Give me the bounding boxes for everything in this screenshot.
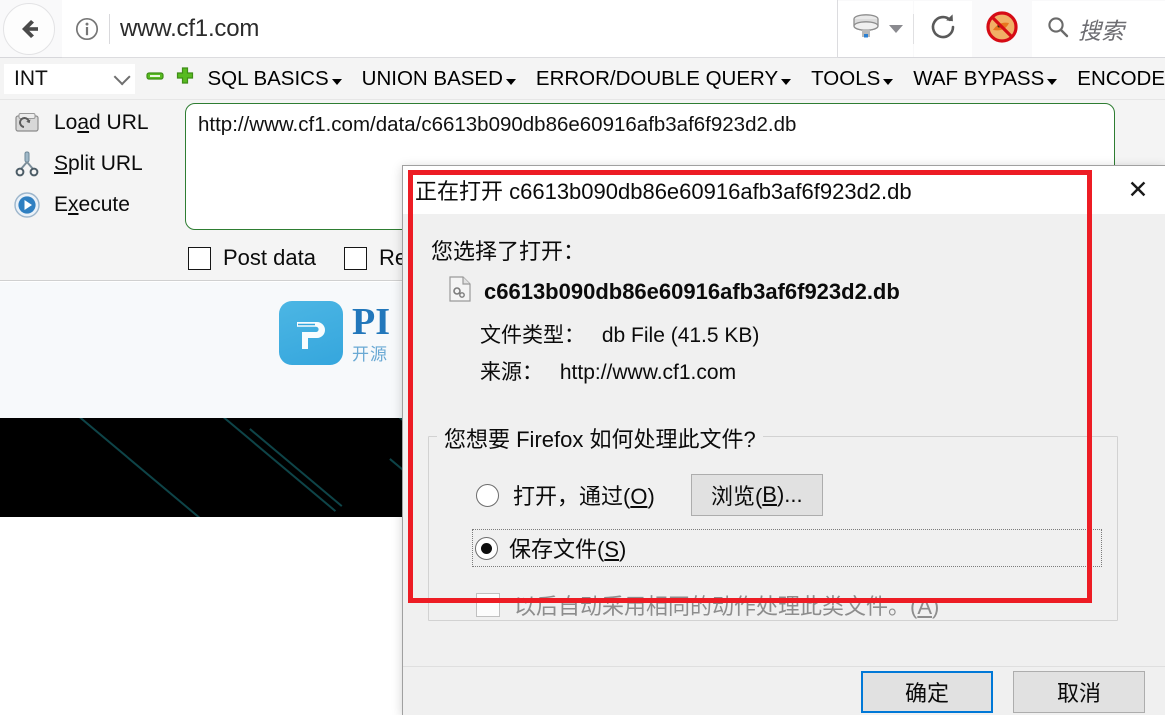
execute-label: Execute: [54, 192, 130, 216]
db-file-icon: [449, 276, 471, 307]
chevron-down-icon: [114, 67, 132, 85]
menu-label: TOOLS: [811, 66, 881, 90]
minus-icon: [145, 66, 165, 91]
search-icon: [1046, 15, 1070, 44]
menu-label: ERROR/DOUBLE QUERY: [535, 66, 779, 90]
add-tab-button[interactable]: [175, 66, 195, 91]
browse-button[interactable]: 浏览(B)...: [690, 474, 823, 516]
file-type-label: 文件类型：: [480, 324, 585, 347]
menu-label: WAF BYPASS: [913, 66, 1045, 90]
open-with-radio[interactable]: [476, 483, 499, 507]
site-logo[interactable]: PI 开源: [279, 301, 390, 365]
url-text: www.cf1.com: [120, 14, 260, 42]
referer-checkbox[interactable]: Re: [343, 245, 407, 271]
caret-down-icon: [331, 78, 342, 85]
hackbar-menu-sql-basics[interactable]: SQL BASICS: [207, 66, 342, 91]
menu-label: UNION BASED: [361, 66, 503, 90]
post-data-label: Post data: [223, 245, 316, 270]
info-icon[interactable]: [69, 11, 105, 47]
file-metadata: 文件类型： db File (41.5 KB) 来源： http://www.c…: [480, 319, 900, 386]
hackbar-menu-list: SQL BASICS UNION BASED ERROR/DOUBLE QUER…: [207, 67, 1165, 91]
split-url-icon: [0, 151, 54, 177]
file-name-row: c6613b090db86e60916afb3af6f923d2.db: [449, 276, 900, 307]
checkbox-box: [343, 246, 367, 270]
save-to-disk-icon: [849, 12, 883, 47]
dialog-title: 正在打开 c6613b090db86e60916afb3af6f923d2.db: [415, 179, 912, 204]
site-name: PI: [352, 301, 390, 343]
url-bar[interactable]: www.cf1.com: [62, 0, 838, 58]
browser-window: www.cf1.com 搜索 INT SQL BASICS UNION BASE…: [0, 0, 1165, 715]
dialog-content: 您选择了打开： c6613b090db86e60916afb3af6f923d2…: [403, 214, 1165, 666]
load-url-icon: [0, 111, 54, 135]
handling-options-legend: 您想要 Firefox 如何处理此文件?: [437, 422, 763, 454]
dialog-footer: 确定 取消: [403, 666, 1165, 715]
dialog-titlebar: 正在打开 c6613b090db86e60916afb3af6f923d2.db…: [403, 166, 1165, 214]
file-source-value: http://www.cf1.com: [559, 361, 737, 384]
close-icon[interactable]: ✕: [1120, 173, 1156, 207]
hackbar-type-select[interactable]: INT: [4, 63, 136, 94]
navigation-toolbar: www.cf1.com 搜索: [0, 0, 1165, 58]
load-url-label: Load URL: [54, 110, 149, 134]
hackbar-menu-error-double-query[interactable]: ERROR/DOUBLE QUERY: [535, 66, 792, 91]
caret-down-icon: [1047, 78, 1058, 85]
execute-icon: [0, 191, 54, 219]
file-source-label: 来源：: [480, 361, 543, 384]
remember-choice-option: 以后自动采用相同的动作处理此类文件。(A): [476, 589, 939, 621]
reload-icon: [928, 12, 958, 47]
chevron-down-icon: [888, 25, 903, 33]
reload-button[interactable]: [914, 1, 972, 57]
checkbox-box: [188, 246, 211, 270]
back-button[interactable]: [3, 2, 55, 55]
file-source-row: 来源： http://www.cf1.com: [480, 356, 900, 386]
open-with-option[interactable]: 打开，通过(O) 浏览(B)...: [476, 474, 823, 516]
load-url-button[interactable]: Load URL: [0, 102, 180, 143]
caret-down-icon: [781, 78, 792, 85]
remember-choice-checkbox: [476, 593, 500, 617]
caret-down-icon: [505, 78, 516, 85]
post-data-checkbox[interactable]: Post data: [188, 245, 316, 271]
hackbar-menu-waf-bypass[interactable]: WAF BYPASS: [913, 66, 1058, 91]
back-arrow-icon: [14, 14, 44, 44]
cancel-button[interactable]: 取消: [1013, 670, 1145, 713]
caret-down-icon: [883, 78, 894, 85]
plus-icon: [175, 66, 195, 91]
search-input[interactable]: 搜索: [1032, 1, 1165, 57]
save-file-label: 保存文件(S): [509, 537, 627, 562]
file-info-block: c6613b090db86e60916afb3af6f923d2.db 文件类型…: [449, 276, 900, 393]
toolbar-right-group: 搜索: [838, 0, 1165, 58]
open-with-label: 打开，通过(O): [513, 484, 655, 509]
hackbar-menu-encode[interactable]: ENCODE: [1077, 67, 1165, 91]
remember-choice-label: 以后自动采用相同的动作处理此类文件。(A): [514, 594, 940, 619]
url-divider: [109, 13, 110, 44]
save-file-radio[interactable]: [475, 536, 498, 560]
blocked-addon-button[interactable]: [972, 1, 1032, 57]
ok-button[interactable]: 确定: [861, 670, 993, 713]
search-placeholder: 搜索: [1078, 18, 1124, 44]
no-firefox-icon: [983, 8, 1021, 51]
site-logo-text: PI 开源: [352, 303, 390, 363]
split-url-button[interactable]: Split URL: [0, 143, 180, 184]
dialog-lead-text: 您选择了打开：: [431, 239, 586, 264]
hackbar-type-value: INT: [14, 66, 48, 90]
pboot-logo-icon: [279, 301, 343, 365]
handling-options-fieldset: 您想要 Firefox 如何处理此文件? 打开，通过(O) 浏览(B)... 保…: [428, 422, 1118, 621]
hackbar-toolbar: INT SQL BASICS UNION BASED ERROR/DOUBLE …: [0, 58, 1165, 100]
hackbar-action-list: Load URL Split URL Execute: [0, 102, 180, 225]
file-name: c6613b090db86e60916afb3af6f923d2.db: [484, 278, 900, 304]
save-file-option[interactable]: 保存文件(S): [472, 529, 1102, 567]
file-type-row: 文件类型： db File (41.5 KB): [480, 319, 900, 349]
menu-label: SQL BASICS: [207, 66, 329, 90]
execute-button[interactable]: Execute: [0, 184, 180, 225]
hackbar-menu-tools[interactable]: TOOLS: [811, 66, 894, 91]
file-type-value: db File (41.5 KB): [601, 324, 760, 347]
save-to-disk-button[interactable]: [838, 1, 913, 57]
site-tagline: 开源: [352, 345, 388, 364]
open-file-dialog: 正在打开 c6613b090db86e60916afb3af6f923d2.db…: [402, 165, 1165, 715]
split-url-label: Split URL: [54, 151, 143, 175]
hackbar-menu-union-based[interactable]: UNION BASED: [362, 67, 516, 91]
remove-tab-button[interactable]: [145, 68, 165, 90]
menu-label: ENCODE: [1077, 66, 1165, 90]
